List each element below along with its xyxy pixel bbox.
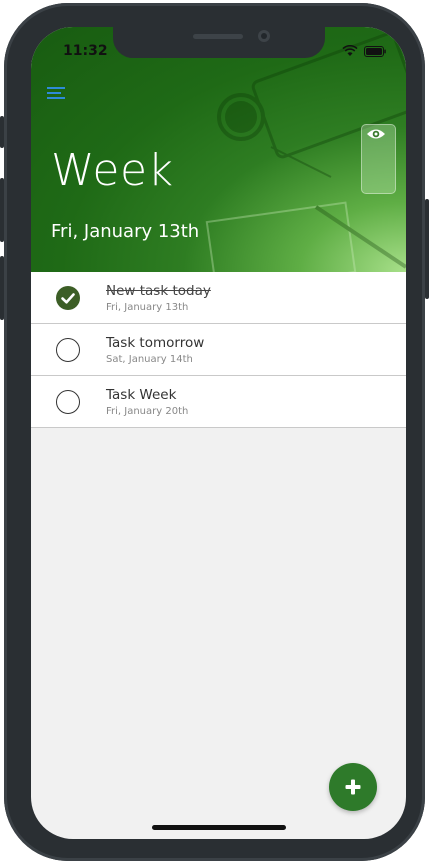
task-row[interactable]: Task Week Fri, January 20th xyxy=(31,376,406,428)
volume-down-button xyxy=(0,256,4,320)
page-date: Fri, January 13th xyxy=(51,221,200,242)
task-date: Fri, January 13th xyxy=(106,302,189,313)
task-date: Sat, January 14th xyxy=(106,354,193,365)
header: 11:32 Week Fri, January 13th xyxy=(31,27,406,272)
checkbox-unchecked[interactable] xyxy=(56,338,80,362)
battery-icon xyxy=(364,45,386,57)
add-task-button[interactable] xyxy=(329,763,377,811)
volume-up-button xyxy=(0,178,4,242)
page-title: Week xyxy=(51,145,174,196)
plus-icon xyxy=(345,779,361,795)
power-button xyxy=(425,199,429,299)
checkbox-unchecked[interactable] xyxy=(56,390,80,414)
screen: 11:32 Week Fri, January 13th New task to… xyxy=(31,27,406,839)
task-row[interactable]: Task tomorrow Sat, January 14th xyxy=(31,324,406,376)
task-title: Task tomorrow xyxy=(106,335,205,351)
phone-frame: 11:32 Week Fri, January 13th New task to… xyxy=(0,3,429,861)
menu-icon[interactable] xyxy=(47,85,67,104)
speaker xyxy=(193,34,243,39)
status-icons xyxy=(342,45,386,57)
checkmark-icon xyxy=(61,293,75,304)
task-list: New task today Fri, January 13th Task to… xyxy=(31,272,406,428)
task-date: Fri, January 20th xyxy=(106,406,189,417)
notch xyxy=(113,27,325,58)
home-indicator[interactable] xyxy=(152,825,286,830)
task-title: New task today xyxy=(106,283,211,299)
front-camera xyxy=(258,30,270,42)
eye-icon[interactable] xyxy=(366,126,386,145)
mute-switch xyxy=(0,116,4,148)
wifi-icon xyxy=(342,45,358,56)
task-title: Task Week xyxy=(106,387,177,403)
task-row[interactable]: New task today Fri, January 13th xyxy=(31,272,406,324)
status-time: 11:32 xyxy=(63,43,108,59)
checkbox-checked[interactable] xyxy=(56,286,80,310)
